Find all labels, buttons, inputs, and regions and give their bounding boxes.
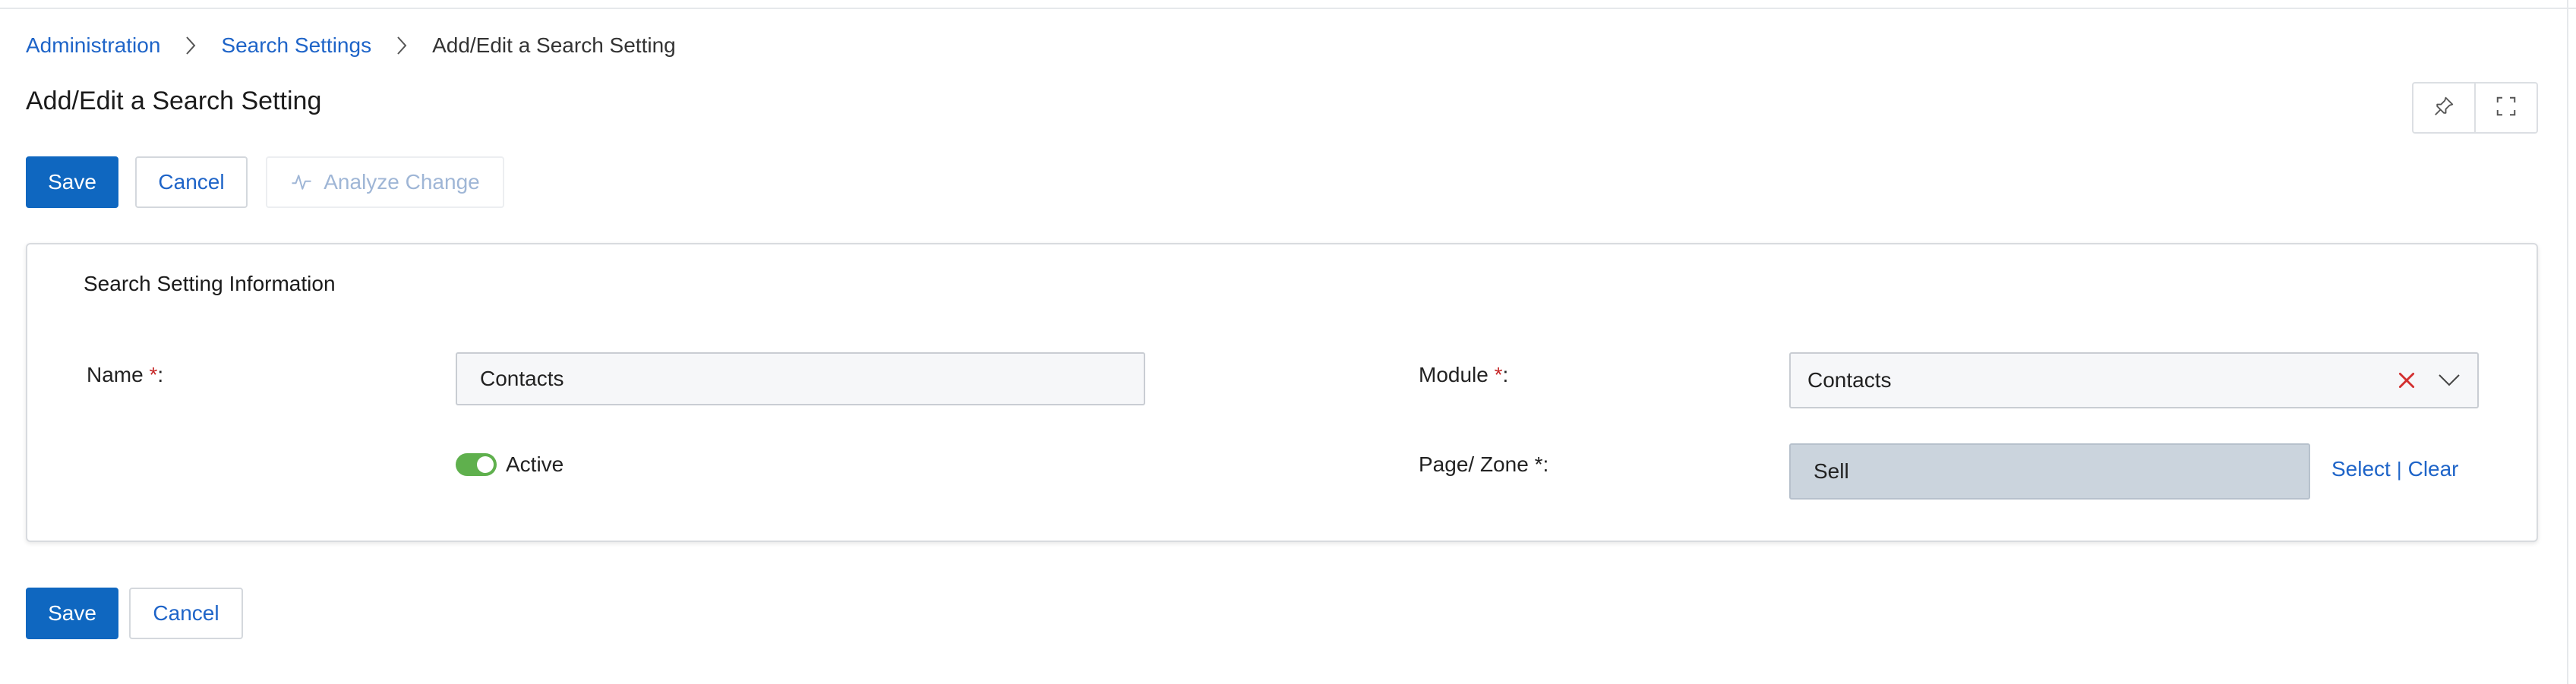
top-border <box>0 0 2576 9</box>
save-button[interactable]: Save <box>26 156 118 208</box>
name-label: Name *: <box>87 363 164 386</box>
required-mark: * <box>149 363 158 386</box>
fullscreen-icon <box>2495 95 2518 121</box>
required-mark: * <box>1494 363 1503 386</box>
required-mark: * <box>1534 452 1543 476</box>
breadcrumb-search-settings[interactable]: Search Settings <box>221 33 371 58</box>
page-title: Add/Edit a Search Setting <box>26 87 322 115</box>
active-toggle[interactable] <box>456 453 497 476</box>
pin-button[interactable] <box>2413 84 2474 132</box>
analyze-change-label: Analyze Change <box>324 170 480 194</box>
fullscreen-button[interactable] <box>2474 84 2537 132</box>
page-zone-actions: Select | Clear <box>2331 457 2459 481</box>
module-label: Module *: <box>1419 363 1509 386</box>
module-select-value: Contacts <box>1807 368 1892 392</box>
page-zone-field: Sell <box>1789 443 2310 500</box>
name-input[interactable]: Contacts <box>456 352 1145 405</box>
section-title: Search Setting Information <box>84 272 336 295</box>
select-link[interactable]: Select <box>2331 457 2391 481</box>
footer-save-button[interactable]: Save <box>26 588 118 639</box>
clear-link[interactable]: Clear <box>2408 457 2459 481</box>
activity-icon <box>290 171 324 194</box>
breadcrumb-administration[interactable]: Administration <box>26 33 160 58</box>
breadcrumb-current: Add/Edit a Search Setting <box>432 33 676 57</box>
right-border <box>2567 0 2568 684</box>
cancel-button[interactable]: Cancel <box>135 156 248 208</box>
analyze-change-button[interactable]: Analyze Change <box>266 156 504 208</box>
page-zone-label: Page/ Zone *: <box>1419 452 1549 476</box>
breadcrumb: Administration Search Settings Add/Edit … <box>26 32 676 59</box>
toggle-knob <box>477 456 494 473</box>
view-tools <box>2412 82 2538 134</box>
search-setting-card: Search Setting Information Name *: Conta… <box>26 243 2538 542</box>
active-toggle-row: Active <box>456 452 564 477</box>
chevron-right-icon <box>178 36 204 55</box>
close-icon[interactable] <box>2397 370 2417 390</box>
active-label: Active <box>506 452 564 476</box>
link-separator: | <box>2396 457 2402 481</box>
footer-cancel-button[interactable]: Cancel <box>129 588 243 639</box>
module-select[interactable]: Contacts <box>1789 352 2479 408</box>
chevron-down-icon[interactable] <box>2438 373 2461 388</box>
pin-icon <box>2432 95 2455 121</box>
chevron-right-icon <box>389 36 415 55</box>
